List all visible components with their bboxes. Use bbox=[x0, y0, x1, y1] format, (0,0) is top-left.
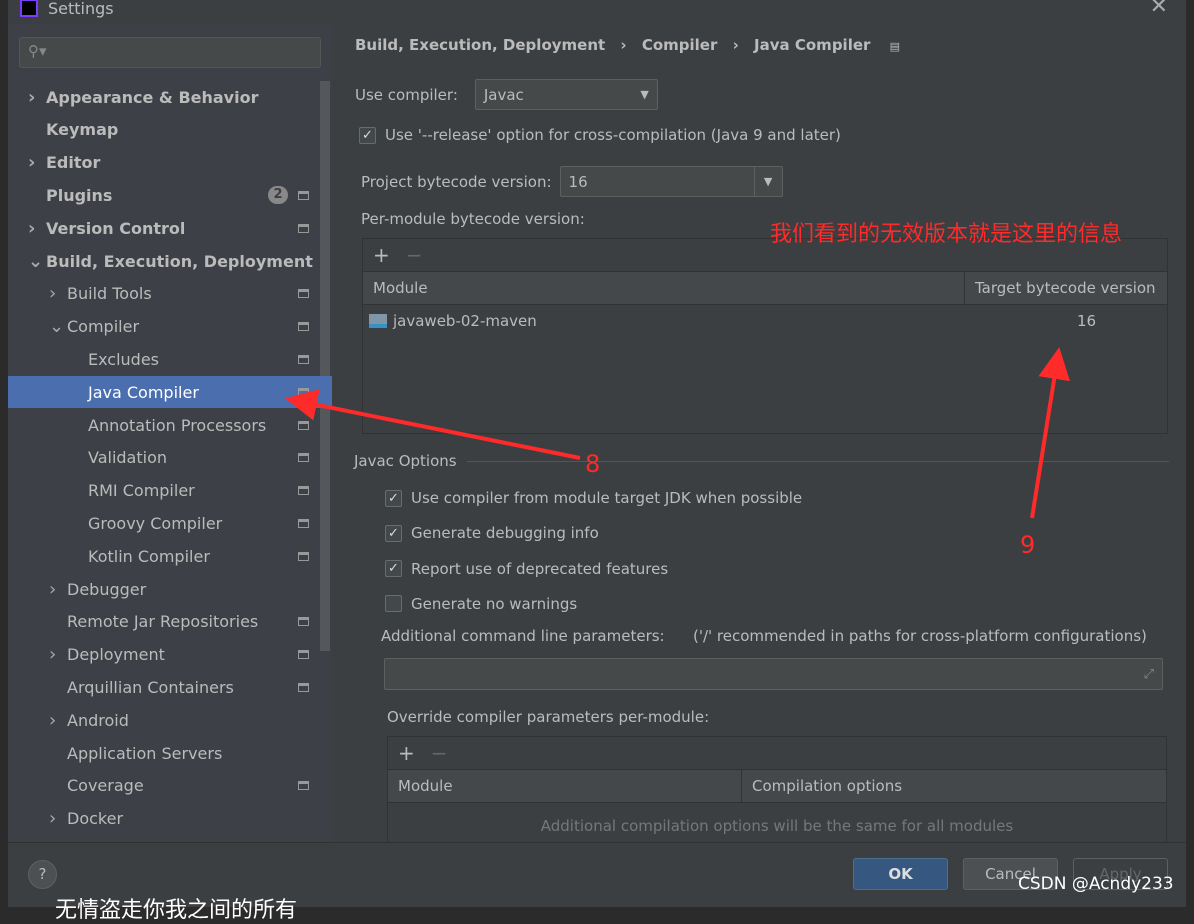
arrow-8 bbox=[285, 389, 581, 460]
help-button[interactable]: ? bbox=[28, 860, 57, 889]
video-subtitle: 无情盗走你我之间的所有 bbox=[55, 898, 298, 923]
annotation-arrows bbox=[285, 347, 1071, 519]
ok-button[interactable]: OK bbox=[853, 858, 948, 890]
settings-dialog: Settings ✕ ⚲▾ › Appearance & Behavior Keym… bbox=[8, 0, 1186, 907]
arrow-9 bbox=[1030, 347, 1071, 519]
watermark: CSDN @Acndy233 bbox=[1018, 874, 1174, 894]
